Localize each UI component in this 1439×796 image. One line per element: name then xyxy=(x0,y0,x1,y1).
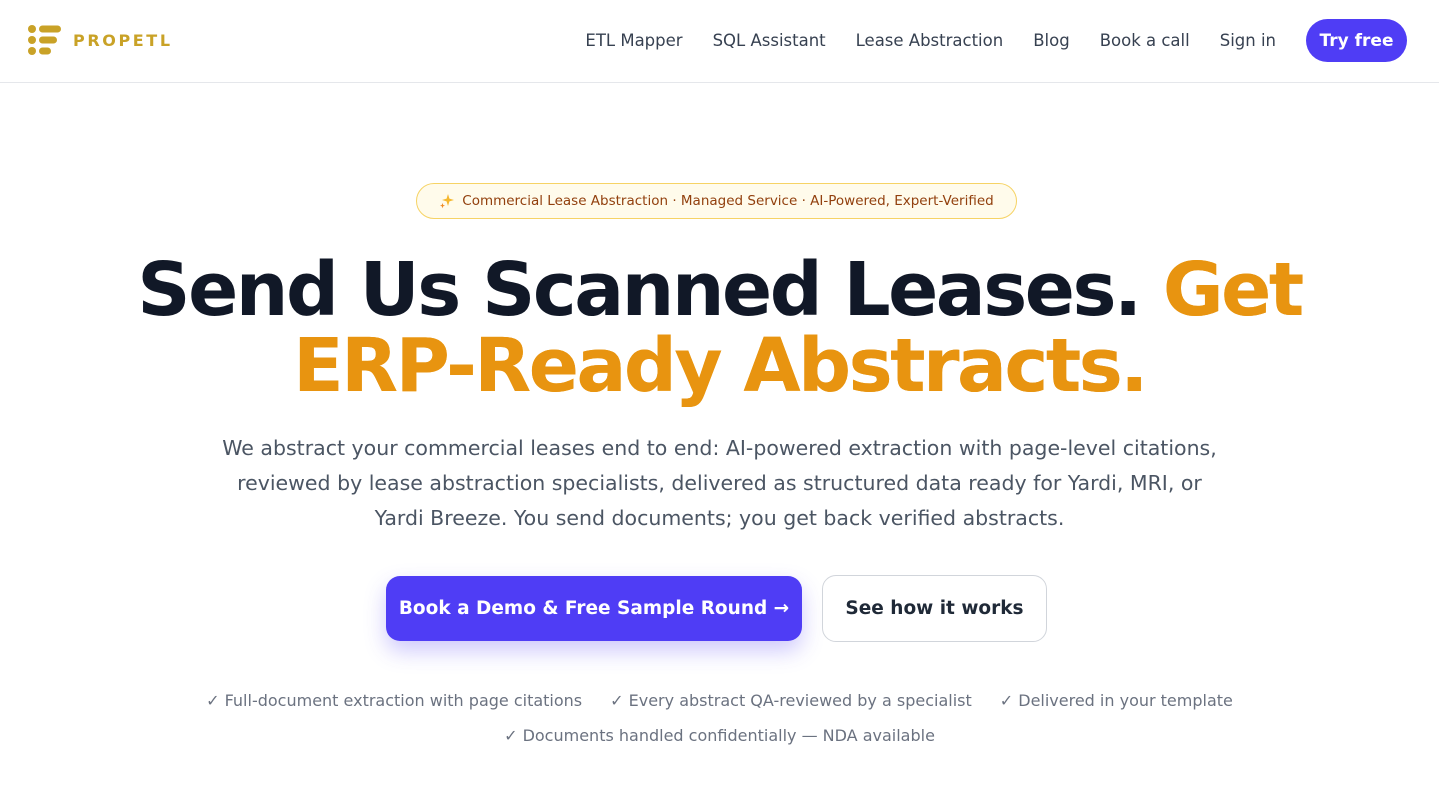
feature-item: ✓ Documents handled confidentially — NDA… xyxy=(504,726,935,745)
nav-link-book-a-call[interactable]: Book a call xyxy=(1100,31,1190,50)
see-how-it-works-button[interactable]: See how it works xyxy=(822,575,1047,642)
try-free-button[interactable]: Try free xyxy=(1306,19,1407,62)
feature-row: ✓ Full-document extraction with page cit… xyxy=(0,683,1439,718)
feature-item: ✓ Delivered in your template xyxy=(999,691,1233,710)
hero-badge-text: Commercial Lease Abstraction · Managed S… xyxy=(462,193,994,209)
nav-link-lease-abstraction[interactable]: Lease Abstraction xyxy=(856,31,1004,50)
hero-headline: Send Us Scanned Leases. Get ERP-Ready Ab… xyxy=(0,252,1439,404)
headline-accent-abstracts: ERP-Ready Abstracts. xyxy=(293,323,1148,409)
main-nav: ETL Mapper SQL Assistant Lease Abstracti… xyxy=(585,19,1407,62)
nav-link-etl-mapper[interactable]: ETL Mapper xyxy=(585,31,682,50)
nav-link-sql-assistant[interactable]: SQL Assistant xyxy=(713,31,826,50)
feature-item: ✓ Full-document extraction with page cit… xyxy=(206,691,583,710)
feature-row: ✓ Documents handled confidentially — NDA… xyxy=(0,718,1439,753)
logo-link[interactable]: PROPETL xyxy=(27,24,173,56)
sparkles-icon xyxy=(440,194,455,209)
hero-description: We abstract your commercial leases end t… xyxy=(222,436,1217,530)
top-navigation-bar: PROPETL ETL Mapper SQL Assistant Lease A… xyxy=(0,0,1439,83)
logo-icon xyxy=(28,25,61,55)
logo-wordmark: PROPETL xyxy=(73,30,173,50)
feature-item: ✓ Every abstract QA-reviewed by a specia… xyxy=(610,691,972,710)
book-demo-button[interactable]: Book a Demo & Free Sample Round → xyxy=(386,576,802,641)
feature-list: ✓ Full-document extraction with page cit… xyxy=(0,683,1439,753)
hero-badge: Commercial Lease Abstraction · Managed S… xyxy=(416,183,1017,219)
nav-link-sign-in[interactable]: Sign in xyxy=(1220,31,1276,50)
nav-link-blog[interactable]: Blog xyxy=(1033,31,1069,50)
headline-main: Send Us Scanned Leases. xyxy=(137,247,1142,333)
headline-accent-get: Get xyxy=(1162,247,1304,333)
